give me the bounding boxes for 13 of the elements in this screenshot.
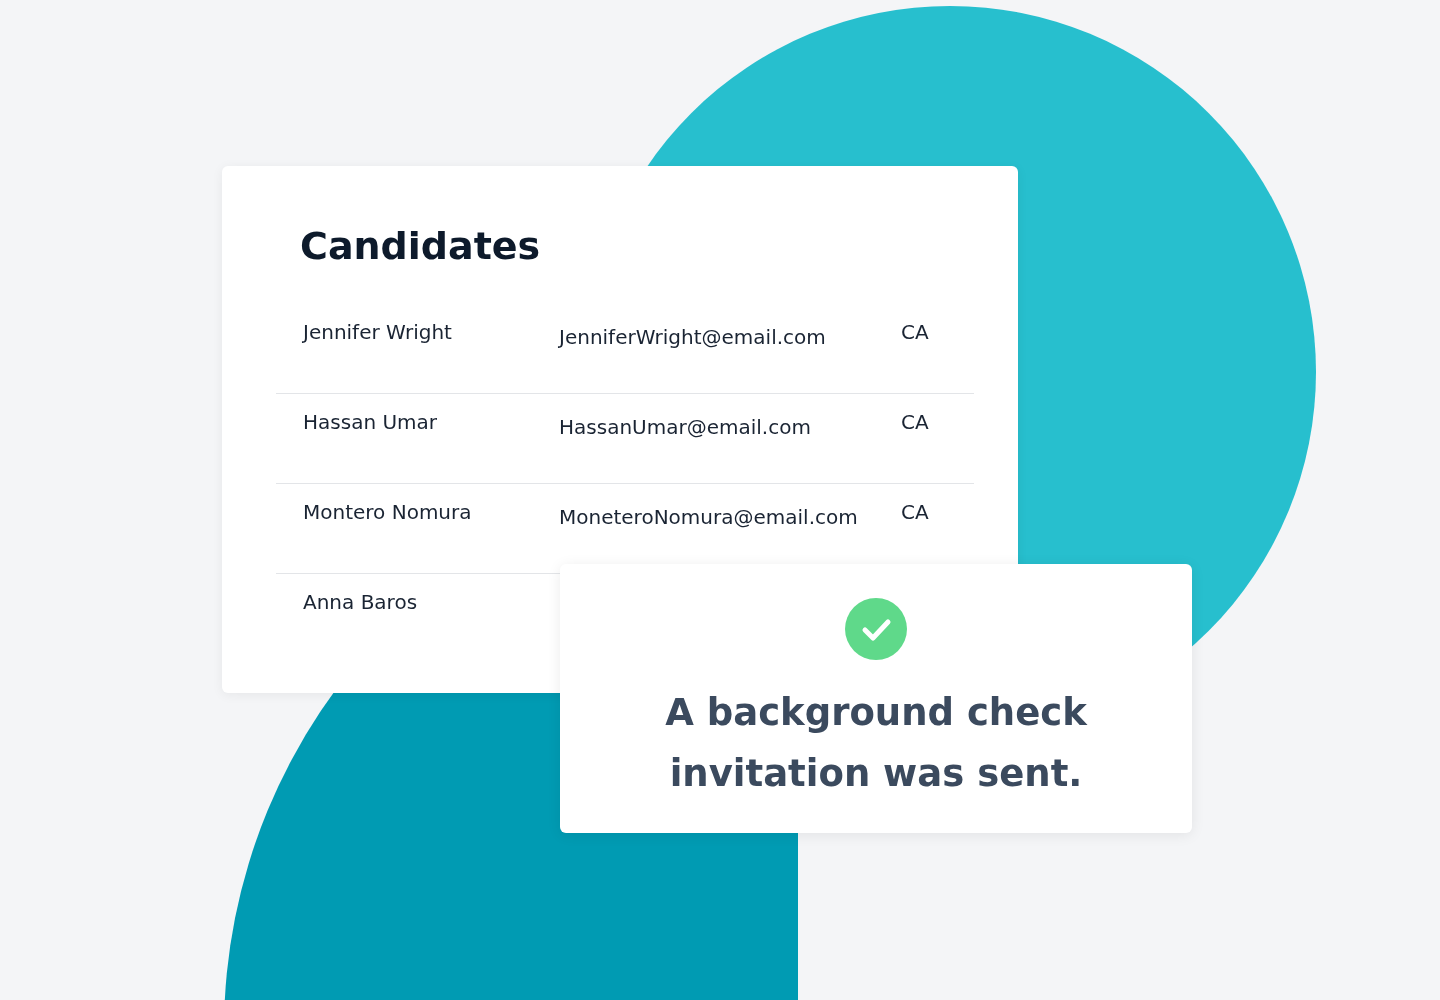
candidate-email: JenniferWright@email.com [559,325,827,349]
candidate-name: Hassan Umar [303,410,439,434]
candidate-email: HassanUmar@email.com [559,415,812,439]
check-icon [845,598,907,660]
candidate-email: MoneteroNomura@email.com [559,505,859,529]
candidate-region: CA [901,320,929,344]
notification-message: A background check invitation was sent. [664,690,1088,797]
candidate-region: CA [901,410,929,434]
card-title: Candidates [300,224,542,268]
candidate-name: Anna Baros [303,590,419,614]
candidate-region: CA [901,500,929,524]
candidate-name: Montero Nomura [303,500,473,524]
candidate-name: Jennifer Wright [303,320,453,344]
